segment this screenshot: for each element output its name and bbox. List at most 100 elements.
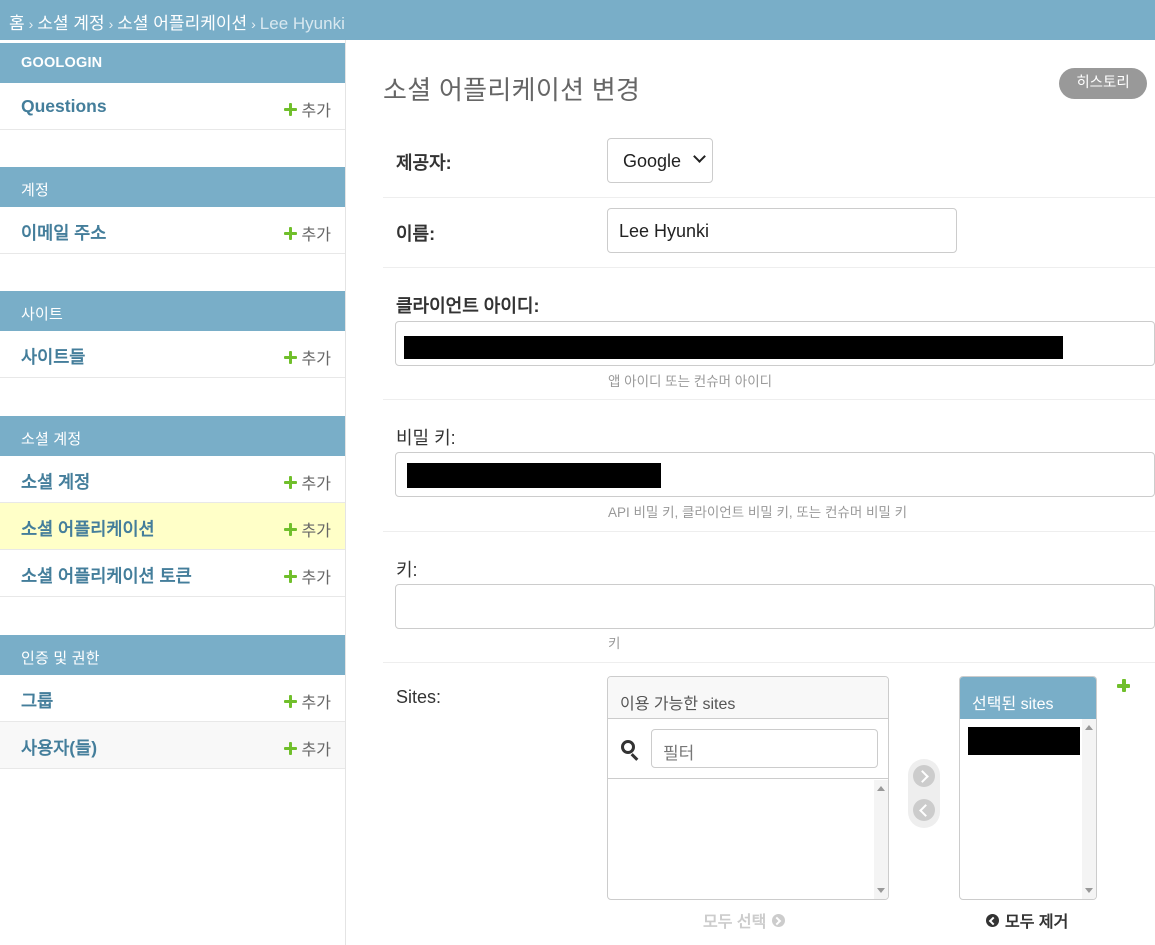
module-caption[interactable]: GOOLOGIN xyxy=(0,43,345,83)
sidebar-item-link[interactable]: 사이트들 xyxy=(21,344,85,369)
form-row-client-id: 클라이언트 아이디: 앱 아이디 또는 컨슈머 아이디 xyxy=(383,268,1155,400)
module-caption[interactable]: 계정 xyxy=(0,167,345,207)
available-sites-box: 이용 가능한 sites 필터 xyxy=(607,676,889,900)
secret-input[interactable] xyxy=(395,452,1155,497)
scroll-up-icon xyxy=(1085,725,1093,730)
history-button[interactable]: 히스토리 xyxy=(1059,68,1147,99)
sidebar-item-social-application: 소셜 어플리케이션 추가 xyxy=(0,503,345,550)
chosen-sites-caption: 선택된 sites xyxy=(960,677,1096,719)
breadcrumb-model[interactable]: 소셜 어플리케이션 xyxy=(117,14,247,33)
provider-select[interactable]: Google xyxy=(607,138,713,183)
add-label: 추가 xyxy=(301,476,331,493)
sidebar-item-email-address: 이메일 주소 추가 xyxy=(0,207,345,254)
page-title: 소셜 어플리케이션 변경 xyxy=(383,75,641,105)
remove-all-link[interactable]: 모두 제거 xyxy=(986,908,1068,932)
choose-arrow-icon[interactable] xyxy=(913,765,935,787)
module-goologin: GOOLOGIN Questions 추가 xyxy=(0,43,345,130)
redacted-value xyxy=(407,463,661,488)
key-label: 키: xyxy=(396,560,418,580)
sidebar-item-questions: Questions 추가 xyxy=(0,83,345,130)
sidebar-item-sites: 사이트들 추가 xyxy=(0,331,345,378)
sites-filter-input[interactable]: 필터 xyxy=(651,729,878,768)
breadcrumb-app[interactable]: 소셜 계정 xyxy=(37,14,104,33)
add-questions-button[interactable]: 추가 xyxy=(283,97,331,121)
provider-label: 제공자: xyxy=(396,153,452,173)
secret-label: 비밀 키: xyxy=(396,428,456,448)
sites-label: Sites: xyxy=(396,687,442,707)
sidebar-item-groups: 그룹 추가 xyxy=(0,675,345,722)
sites-filter-row: 필터 xyxy=(608,719,888,779)
add-user-button[interactable]: 추가 xyxy=(283,736,331,760)
sidebar-item-link[interactable]: 소셜 어플리케이션 토큰 xyxy=(21,563,192,588)
module-account: 계정 이메일 주소 추가 xyxy=(0,167,345,254)
breadcrumb-current: Lee Hyunki xyxy=(259,14,345,33)
secret-help: API 비밀 키, 클라이언트 비밀 키, 또는 컨슈머 비밀 키 xyxy=(608,505,907,520)
available-sites-scrollbar[interactable] xyxy=(874,780,888,899)
add-social-account-button[interactable]: 추가 xyxy=(283,470,331,494)
form-row-provider: 제공자: xyxy=(383,125,1155,198)
sidebar-item-social-account: 소셜 계정 추가 xyxy=(0,456,345,503)
sidebar-item-link[interactable]: 그룹 xyxy=(21,688,53,713)
scroll-down-icon xyxy=(1085,888,1093,893)
module-social-account: 소셜 계정 소셜 계정 추가 소셜 어플리케이션 추가 소셜 어플리케이션 토큰… xyxy=(0,416,345,597)
form-row-name: 이름: Lee Hyunki xyxy=(383,198,1155,268)
plus-icon xyxy=(283,569,297,583)
scroll-down-icon xyxy=(877,888,885,893)
arrow-left-icon xyxy=(986,913,999,927)
selector-mover xyxy=(908,759,940,828)
breadcrumb-home[interactable]: 홈 xyxy=(9,14,25,33)
module-caption[interactable]: 소셜 계정 xyxy=(0,416,345,456)
client-id-label: 클라이언트 아이디: xyxy=(396,296,540,316)
add-label: 추가 xyxy=(301,227,331,244)
scroll-up-icon xyxy=(877,786,885,791)
chosen-site-option[interactable] xyxy=(968,727,1080,755)
plus-icon xyxy=(283,694,297,708)
sidebar-item-link[interactable]: 사용자(들) xyxy=(21,735,97,760)
add-group-button[interactable]: 추가 xyxy=(283,689,331,713)
choose-all-link[interactable]: 모두 선택 xyxy=(703,908,786,932)
sidebar-item-link[interactable]: 이메일 주소 xyxy=(21,220,106,245)
add-label: 추가 xyxy=(301,103,331,120)
add-label: 추가 xyxy=(301,570,331,587)
add-site-button[interactable]: 추가 xyxy=(283,345,331,369)
nav-sidebar: GOOLOGIN Questions 추가 계정 이메일 주소 추가 사이트 사… xyxy=(0,40,346,945)
add-label: 추가 xyxy=(301,523,331,540)
add-social-application-button[interactable]: 추가 xyxy=(283,517,331,541)
plus-icon xyxy=(283,102,297,116)
breadcrumb: 홈 › 소셜 계정 › 소셜 어플리케이션 › Lee Hyunki xyxy=(0,0,1155,40)
breadcrumb-separator: › xyxy=(251,16,256,32)
breadcrumb-separator: › xyxy=(108,16,114,32)
plus-icon xyxy=(283,475,297,489)
client-id-help: 앱 아이디 또는 컨슈머 아이디 xyxy=(608,374,773,389)
content-main: 소셜 어플리케이션 변경 히스토리 제공자: Google 이름: Lee Hy… xyxy=(383,40,1155,945)
breadcrumb-separator: › xyxy=(28,16,34,32)
choose-all-label: 모두 선택 xyxy=(703,914,767,931)
name-input[interactable]: Lee Hyunki xyxy=(607,208,957,253)
form-row-secret: 비밀 키: API 비밀 키, 클라이언트 비밀 키, 또는 컨슈머 비밀 키 xyxy=(383,400,1155,532)
module-auth: 인증 및 권한 그룹 추가 사용자(들) 추가 xyxy=(0,635,345,769)
add-social-application-token-button[interactable]: 추가 xyxy=(283,564,331,588)
client-id-input[interactable] xyxy=(395,321,1155,366)
remove-arrow-icon[interactable] xyxy=(913,799,935,821)
key-input[interactable] xyxy=(395,584,1155,629)
arrow-right-icon xyxy=(772,913,786,927)
chosen-sites-scrollbar[interactable] xyxy=(1082,719,1096,899)
add-site-plus-icon[interactable] xyxy=(1117,679,1130,692)
sidebar-item-link[interactable]: Questions xyxy=(21,96,107,117)
sidebar-item-link[interactable]: 소셜 계정 xyxy=(21,469,90,494)
name-label: 이름: xyxy=(396,224,436,244)
plus-icon xyxy=(283,741,297,755)
module-caption[interactable]: 인증 및 권한 xyxy=(0,635,345,675)
plus-icon xyxy=(283,522,297,536)
add-email-address-button[interactable]: 추가 xyxy=(283,221,331,245)
name-input-value: Lee Hyunki xyxy=(619,221,710,241)
sidebar-item-link[interactable]: 소셜 어플리케이션 xyxy=(21,516,155,541)
sidebar-item-users: 사용자(들) 추가 xyxy=(0,722,345,769)
add-label: 추가 xyxy=(301,351,331,368)
module-caption[interactable]: 사이트 xyxy=(0,291,345,331)
chosen-sites-box: 선택된 sites xyxy=(959,676,1097,900)
chevron-down-icon xyxy=(693,150,706,163)
add-label: 추가 xyxy=(301,695,331,712)
search-icon xyxy=(621,740,635,754)
available-sites-caption: 이용 가능한 sites xyxy=(608,677,888,719)
